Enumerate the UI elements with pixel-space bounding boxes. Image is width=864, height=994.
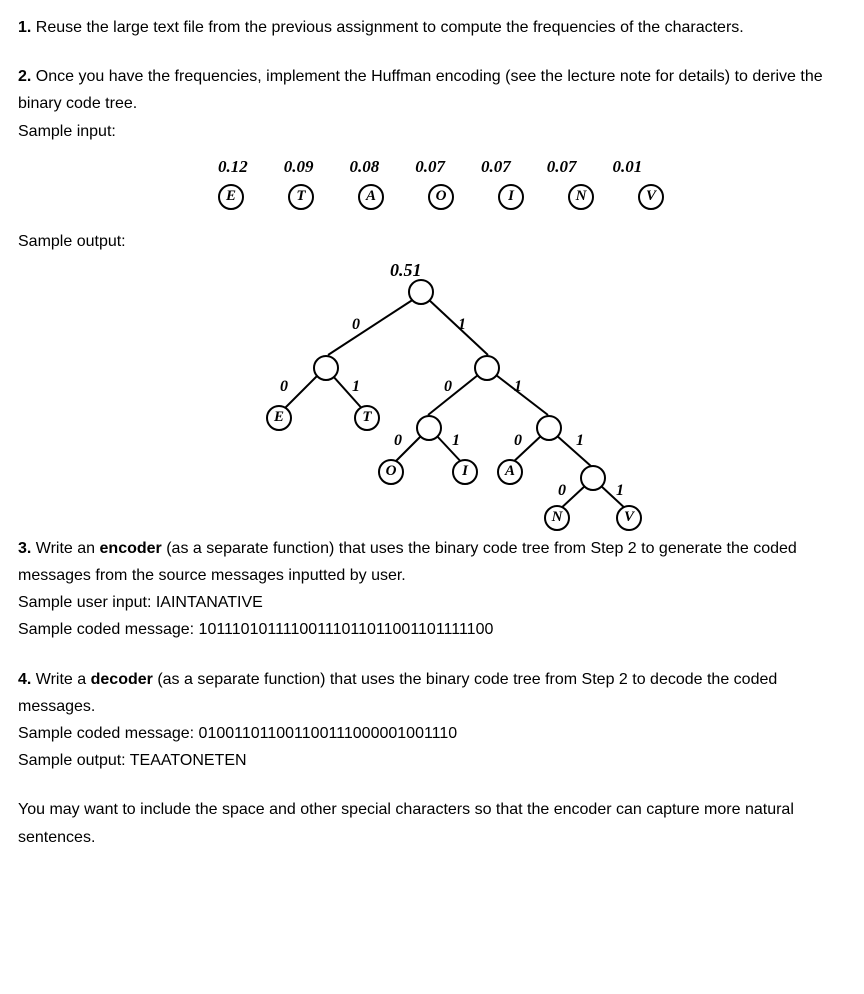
edge-label-0: 0 (352, 311, 360, 338)
leaf-node: O (428, 184, 454, 210)
q4-coded-value: 010011011001100111000001001110 (199, 725, 458, 742)
tree-node-I: I (452, 459, 478, 485)
leaf-node: E (218, 184, 244, 210)
q4-output-value: TEAATONETEN (130, 752, 247, 769)
leaf-node: A (358, 184, 384, 210)
tree-node-O: O (378, 459, 404, 485)
freq-value: 0.01 (613, 153, 643, 182)
freq-value: 0.07 (481, 153, 511, 182)
edge-label-1: 1 (458, 311, 466, 338)
sample-output-label: Sample output: (18, 228, 846, 255)
edge-label-0: 0 (558, 477, 566, 504)
q3-coded-line: Sample coded message: 101110101111001110… (18, 616, 846, 643)
question-2: 2. Once you have the frequencies, implem… (18, 63, 846, 515)
tree-node-internal (536, 415, 562, 441)
freq-value: 0.07 (415, 153, 445, 182)
q3-number: 3. (18, 540, 31, 557)
freq-value: 0.08 (350, 153, 380, 182)
q4-coded-line: Sample coded message: 010011011001100111… (18, 720, 846, 747)
tree-node-root (408, 279, 434, 305)
freq-value: 0.12 (218, 153, 248, 182)
q4-output-label: Sample output: (18, 752, 130, 769)
edge-label-1: 1 (576, 427, 584, 454)
edge-label-1: 1 (452, 427, 460, 454)
q4-output-line: Sample output: TEAATONETEN (18, 747, 846, 774)
tree-node-N: N (544, 505, 570, 531)
leaf-node: N (568, 184, 594, 210)
edge-label-1: 1 (616, 477, 624, 504)
leaf-node: T (288, 184, 314, 210)
tree-node-internal (474, 355, 500, 381)
leaf-node: I (498, 184, 524, 210)
q1-number: 1. (18, 19, 31, 36)
q1-text: Reuse the large text file from the previ… (31, 19, 743, 36)
question-4: 4. Write a decoder (as a separate functi… (18, 666, 846, 775)
edge-label-0: 0 (394, 427, 402, 454)
letter-row: E T A O I N V (218, 184, 846, 210)
q3-input-line: Sample user input: IAINTANATIVE (18, 589, 846, 616)
q2-number: 2. (18, 68, 31, 85)
tree-node-internal (416, 415, 442, 441)
sample-input-label: Sample input: (18, 118, 846, 145)
tree-node-E: E (266, 405, 292, 431)
q4-pre: Write a (31, 671, 90, 688)
q3-input-label: Sample user input: (18, 594, 156, 611)
q4-coded-label: Sample coded message: (18, 725, 199, 742)
footer-note: You may want to include the space and ot… (18, 796, 846, 850)
tree-node-V: V (616, 505, 642, 531)
q4-number: 4. (18, 671, 31, 688)
q3-coded-label: Sample coded message: (18, 621, 199, 638)
q2-text: Once you have the frequencies, implement… (18, 68, 823, 112)
freq-value: 0.07 (547, 153, 577, 182)
tree-node-internal (580, 465, 606, 491)
question-1: 1. Reuse the large text file from the pr… (18, 14, 846, 41)
edge-label-0: 0 (444, 373, 452, 400)
edge-label-0: 0 (514, 427, 522, 454)
q3-keyword: encoder (100, 540, 162, 557)
tree-node-internal (313, 355, 339, 381)
leaf-node: V (638, 184, 664, 210)
freq-value: 0.09 (284, 153, 314, 182)
q3-coded-value: 10111010111100111011011001101111100 (199, 621, 494, 638)
q4-keyword: decoder (91, 671, 153, 688)
tree-node-A: A (497, 459, 523, 485)
freq-row: 0.12 0.09 0.08 0.07 0.07 0.07 0.01 (218, 153, 846, 182)
tree-node-T: T (354, 405, 380, 431)
q3-pre: Write an (31, 540, 99, 557)
edge-label-1: 1 (514, 373, 522, 400)
huffman-tree: 0.51 E T (218, 255, 818, 515)
edge-label-1: 1 (352, 373, 360, 400)
edge-label-0: 0 (280, 373, 288, 400)
question-3: 3. Write an encoder (as a separate funct… (18, 535, 846, 644)
q3-input-value: IAINTANATIVE (156, 594, 263, 611)
